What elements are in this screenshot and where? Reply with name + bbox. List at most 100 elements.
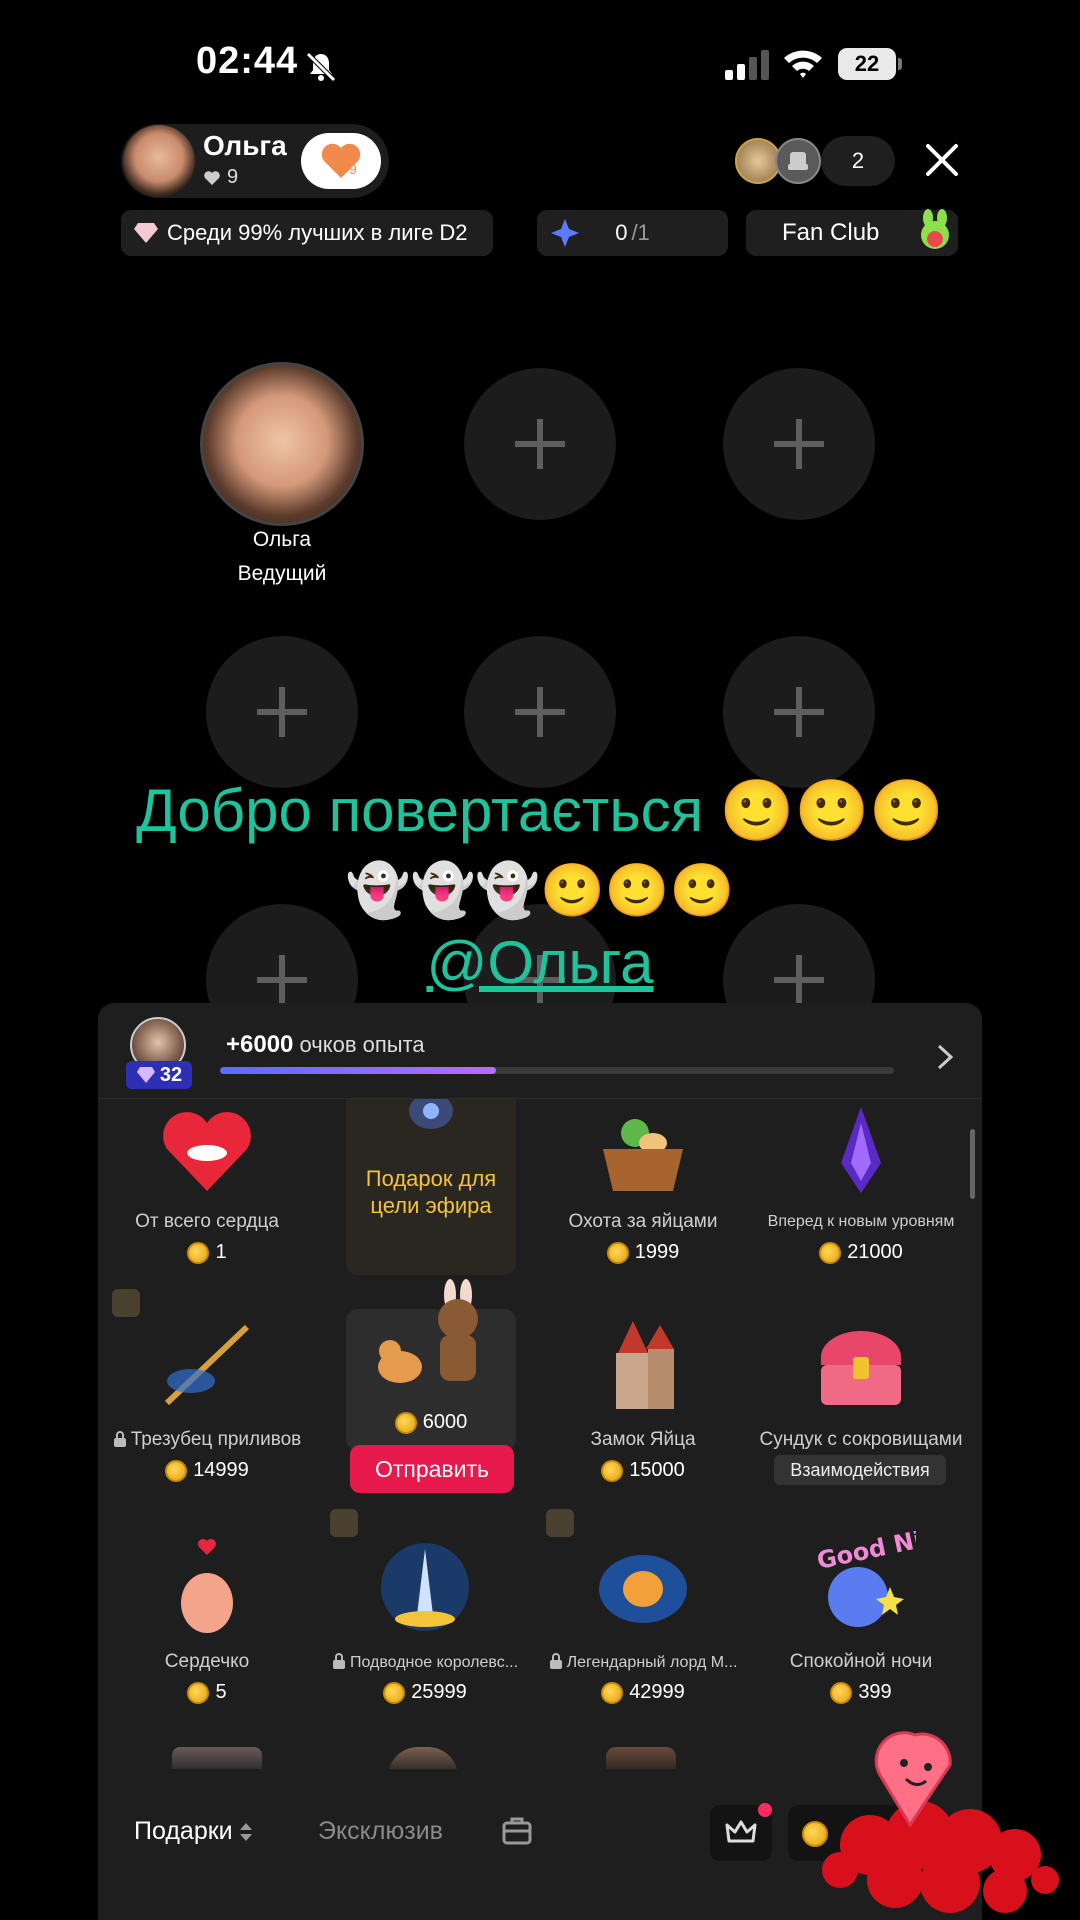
battery-level: 22	[838, 48, 896, 80]
svg-text:9: 9	[349, 161, 357, 177]
bunny-mascot-icon	[921, 209, 949, 249]
gift-box-icon[interactable]	[500, 1813, 534, 1847]
host-likes-count: 9	[227, 166, 239, 188]
gift-price: 1999	[534, 1241, 752, 1264]
star-gift-icon	[551, 219, 579, 247]
sort-arrows-icon	[239, 1822, 252, 1841]
diamond-icon	[134, 223, 158, 243]
send-button[interactable]: Отправить	[350, 1445, 514, 1493]
host-name: Ольга	[203, 130, 287, 161]
empty-seat[interactable]	[723, 368, 875, 520]
xp-points-label: очков опыта	[293, 1032, 425, 1057]
gift-item[interactable]: Легендарный лорд М... 42999	[534, 1531, 752, 1751]
gift-price: 14999	[98, 1459, 316, 1482]
host-avatar[interactable]	[123, 125, 195, 197]
xp-progress-bar[interactable]: 32 +6000 очков опыта	[98, 1003, 982, 1099]
live-goal-gift-card[interactable]: Подарок для цели эфира	[346, 1099, 516, 1275]
tab-exclusive[interactable]: Эксклюзив	[318, 1817, 443, 1846]
plus-icon	[257, 687, 307, 737]
coin-icon	[394, 1411, 417, 1434]
gift-price: 42999	[534, 1681, 752, 1704]
league-badge[interactable]: Среди 99% лучших в лиге D2	[121, 210, 493, 256]
gift-item[interactable]: Вперед к новым уровням 21000	[752, 1099, 970, 1319]
host-seat-avatar[interactable]	[200, 362, 364, 526]
scrollbar[interactable]	[970, 1129, 975, 1199]
gift-item[interactable]: Сундук с сокровищами	[752, 1309, 970, 1529]
follow-button[interactable]: 9	[301, 133, 381, 189]
status-bar: 02:44 22	[0, 0, 1080, 130]
empty-seat[interactable]	[723, 636, 875, 788]
interactions-button[interactable]: Взаимодействия	[774, 1455, 946, 1485]
gift-price: 15000	[534, 1459, 752, 1482]
close-icon[interactable]	[922, 140, 962, 180]
coin-icon	[187, 1681, 210, 1704]
notification-dot	[758, 1803, 772, 1817]
coin-icon	[601, 1459, 624, 1482]
empty-seat[interactable]	[464, 368, 616, 520]
host-seat-name: Ольга	[252, 528, 312, 551]
bell-off-icon	[306, 52, 336, 82]
rocket-gift-icon	[841, 1107, 881, 1193]
welcome-mention[interactable]: @Ольга	[0, 928, 1080, 997]
selected-gift-card[interactable]: 6000	[346, 1279, 516, 1451]
wifi-icon	[784, 50, 822, 78]
goal-done: 0	[615, 220, 628, 245]
goal-total: /1	[631, 220, 650, 245]
chevron-right-icon[interactable]	[936, 1043, 954, 1071]
viewer-avatar[interactable]	[775, 138, 821, 184]
gift-item-partial[interactable]	[606, 1747, 676, 1769]
host-likes: 9	[203, 166, 238, 189]
heart-icon	[204, 170, 220, 185]
trident-gift-icon	[164, 1324, 250, 1406]
plus-icon	[774, 419, 824, 469]
gift-item-partial[interactable]	[172, 1747, 262, 1769]
coin-icon	[383, 1681, 406, 1704]
battery-icon: 22	[838, 48, 902, 80]
coin-icon	[819, 1241, 842, 1264]
gift-item[interactable]: От всего сердца 1	[98, 1099, 316, 1319]
gift-item[interactable]: Подводное королевс... 25999	[316, 1531, 534, 1751]
gift-name: Охота за яйцами	[568, 1211, 718, 1232]
seat-icon	[788, 152, 808, 170]
lock-icon	[549, 1653, 562, 1669]
live-goal[interactable]: 0/1	[537, 210, 728, 256]
host-info[interactable]: Ольга 9 9	[121, 124, 389, 198]
gift-price: 6000	[346, 1411, 516, 1434]
gift-item[interactable]: Охота за яйцами 1999	[534, 1099, 752, 1319]
host-seat-role: Ведущий	[237, 562, 327, 585]
level-badge: 32	[126, 1061, 192, 1089]
gift-item[interactable]: Трезубец приливов 14999	[98, 1309, 316, 1529]
lock-icon	[113, 1431, 126, 1447]
viewers[interactable]: 2	[735, 136, 895, 186]
xp-fill	[220, 1067, 497, 1074]
good-night-moon-icon: Good Night	[814, 1531, 916, 1627]
plus-icon	[515, 687, 565, 737]
empty-seat[interactable]	[206, 636, 358, 788]
heart-mascot-sticker	[822, 1731, 1059, 1913]
viewer-count[interactable]: 2	[821, 136, 895, 186]
fan-club-button[interactable]: Fan Club	[746, 209, 958, 256]
bear-corgi-gift-icon	[378, 1279, 478, 1383]
treasure-chest-icon	[821, 1331, 901, 1405]
gift-name: Сердечко	[164, 1651, 250, 1672]
gift-item[interactable]: Сердечко 5	[98, 1531, 316, 1751]
tab-gifts-label: Подарки	[134, 1817, 233, 1845]
tab-gifts[interactable]: Подарки	[134, 1817, 253, 1846]
gift-price: 5	[98, 1681, 316, 1704]
underwater-kingdom-icon	[381, 1543, 469, 1631]
galaxy-icon	[409, 1099, 453, 1129]
coin-icon	[606, 1241, 629, 1264]
welcome-message: Добро повертається 🙂🙂🙂	[136, 777, 944, 844]
coin-icon	[165, 1459, 188, 1482]
gift-price: 25999	[316, 1681, 534, 1704]
xp-points: +6000	[226, 1031, 294, 1058]
egg-castle-icon	[616, 1321, 674, 1409]
welcome-emojis: 👻👻👻🙂🙂🙂	[345, 862, 735, 920]
lock-icon	[332, 1653, 345, 1669]
gift-name: Замок Яйца	[590, 1429, 696, 1450]
xp-text: +6000 очков опыта	[226, 1031, 425, 1059]
gift-name: Подводное королевс...	[316, 1653, 534, 1672]
heart-gift-icon	[163, 1112, 251, 1191]
empty-seat[interactable]	[464, 636, 616, 788]
gift-item[interactable]: Замок Яйца 15000	[534, 1309, 752, 1529]
